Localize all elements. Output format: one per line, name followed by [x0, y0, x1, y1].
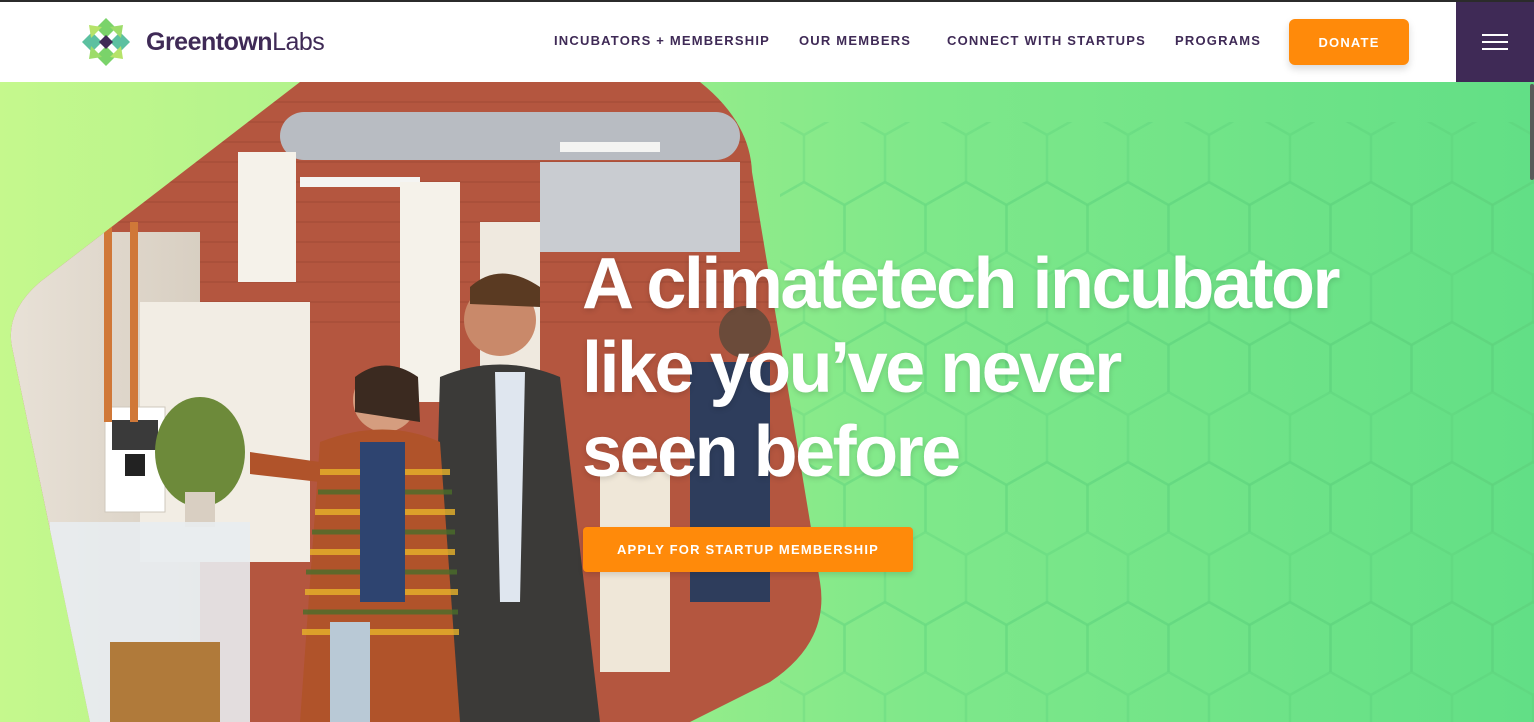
- menu-button[interactable]: [1456, 2, 1534, 82]
- hero-headline: A climatetech incubator like you’ve neve…: [582, 242, 1422, 494]
- page-scrollbar[interactable]: [1530, 84, 1534, 180]
- nav-our-members[interactable]: OUR MEMBERS: [799, 33, 911, 48]
- hamburger-icon: [1482, 34, 1508, 50]
- site-header: GreentownLabs INCUBATORS + MEMBERSHIP OU…: [0, 2, 1534, 82]
- headline-line-1: A climatetech incubator: [582, 244, 1341, 324]
- nav-connect-with-startups[interactable]: CONNECT WITH STARTUPS: [947, 33, 1146, 48]
- greentown-logo-icon: [82, 18, 130, 66]
- apply-startup-membership-button[interactable]: APPLY FOR STARTUP MEMBERSHIP: [583, 527, 913, 572]
- donate-button[interactable]: DONATE: [1289, 19, 1409, 65]
- hero-section: A climatetech incubator like you’ve neve…: [0, 82, 1534, 722]
- nav-programs[interactable]: PROGRAMS: [1175, 33, 1261, 48]
- headline-line-3: seen before: [582, 412, 961, 492]
- headline-line-2: like you’ve never: [582, 328, 1122, 408]
- nav-incubators-membership[interactable]: INCUBATORS + MEMBERSHIP: [554, 33, 770, 48]
- logo-wordmark: GreentownLabs: [146, 27, 325, 56]
- logo-link[interactable]: GreentownLabs: [78, 16, 325, 68]
